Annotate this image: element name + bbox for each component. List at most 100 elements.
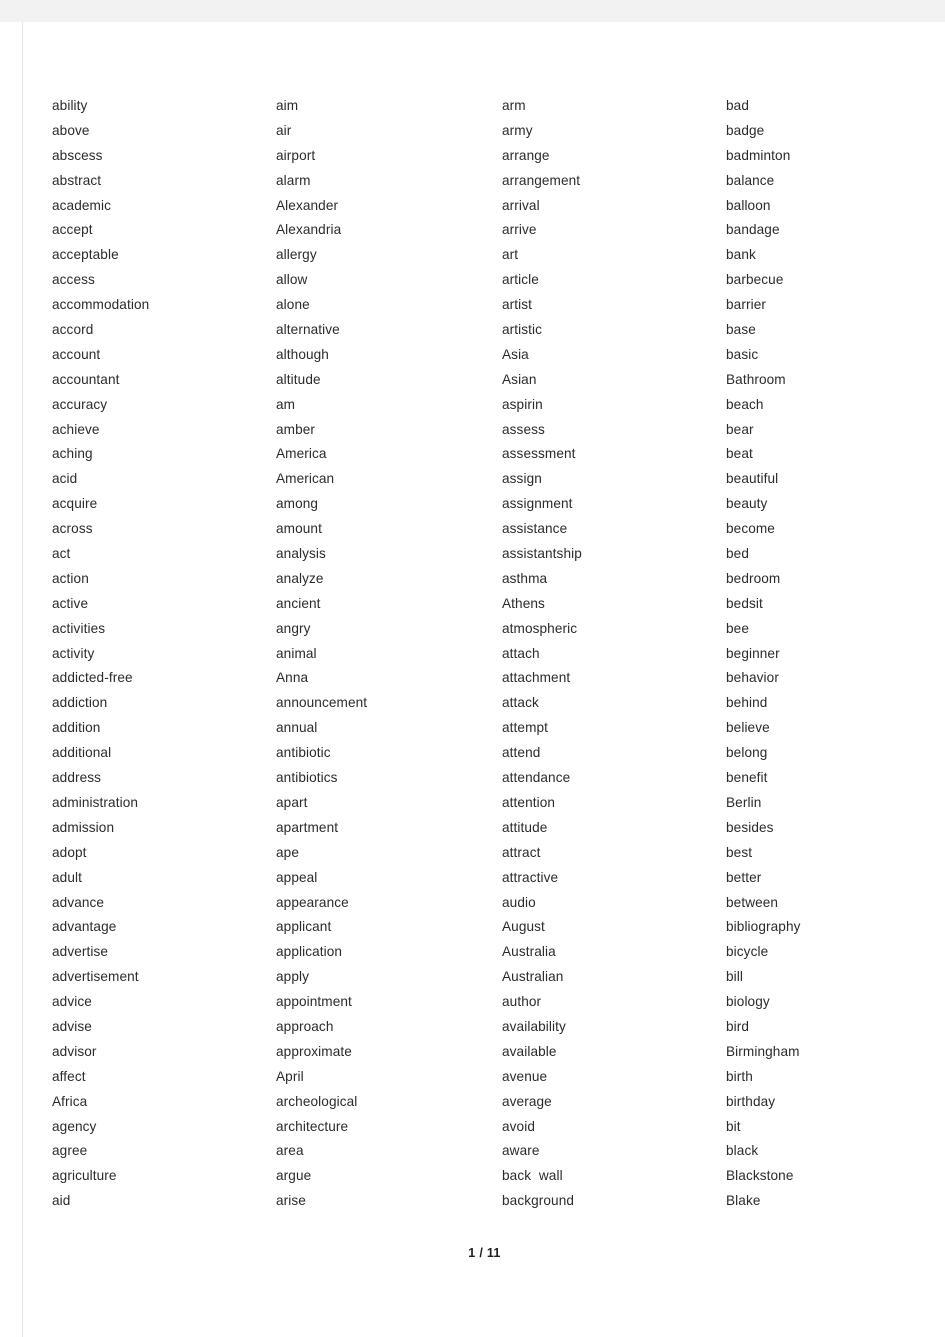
word-item: administration	[52, 794, 139, 810]
document-page: ability above abscess abstract academic accep…	[22, 22, 945, 1337]
word-item: balance	[726, 172, 775, 188]
word-item: art	[502, 247, 519, 263]
word-item: base	[726, 322, 756, 338]
word-item: analyze	[276, 570, 324, 586]
word-item: adult	[52, 869, 82, 885]
word-item: appointment	[276, 994, 352, 1010]
word-item: Australia	[502, 944, 556, 960]
word-item: Bathroom	[726, 371, 786, 387]
word-column-1: ability above abscess abstract academic accep…	[52, 94, 267, 1214]
word-item: ability	[52, 98, 88, 113]
word-item: alarm	[276, 172, 311, 188]
word-item: agency	[52, 1118, 97, 1134]
word-item: author	[502, 994, 542, 1010]
word-item: advice	[52, 994, 92, 1010]
word-item: barrier	[726, 297, 766, 313]
word-item: assignment	[502, 496, 573, 512]
word-item: balloon	[726, 197, 771, 213]
word-item: action	[52, 570, 89, 586]
word-item: area	[276, 1143, 304, 1159]
word-item: bibliography	[726, 919, 801, 935]
word-item: amber	[276, 421, 316, 437]
word-item: advertise	[52, 944, 109, 960]
word-item: across	[52, 521, 93, 537]
word-item: account	[52, 346, 101, 362]
word-item: appearance	[276, 894, 349, 910]
word-item: Anna	[276, 670, 309, 686]
word-item: altitude	[276, 371, 321, 387]
word-item: advantage	[52, 919, 117, 935]
word-item: animal	[276, 645, 317, 661]
word-item: average	[502, 1093, 552, 1109]
word-item: birth	[726, 1068, 753, 1084]
page-number: 1 / 11	[468, 1246, 501, 1260]
word-item: atmospheric	[502, 620, 578, 636]
word-item: above	[52, 122, 90, 138]
word-item: addiction	[52, 695, 108, 711]
word-item: Berlin	[726, 794, 762, 810]
word-list-columns: ability above abscess abstract academic accep…	[23, 22, 945, 1208]
word-item: bill	[726, 969, 744, 985]
word-item: architecture	[276, 1118, 349, 1134]
word-item: black	[726, 1143, 759, 1159]
word-item: act	[52, 546, 71, 562]
word-item: artistic	[502, 322, 543, 338]
word-item: advisor	[52, 1043, 97, 1059]
word-item: beach	[726, 396, 764, 412]
word-item: attitude	[502, 819, 548, 835]
word-item: admission	[52, 819, 115, 835]
word-item: Athens	[502, 595, 545, 611]
word-item: attachment	[502, 670, 571, 686]
word-item: arrival	[502, 197, 540, 213]
word-item: appeal	[276, 869, 318, 885]
word-item: accommodation	[52, 297, 150, 313]
word-item: additional	[52, 745, 112, 761]
word-item: asthma	[502, 570, 548, 586]
word-item: artist	[502, 297, 533, 313]
word-item: available	[502, 1043, 557, 1059]
word-item: annual	[276, 720, 318, 736]
word-item: attend	[502, 745, 541, 761]
word-item: agree	[52, 1143, 88, 1159]
word-item: avoid	[502, 1118, 535, 1134]
word-item: accuracy	[52, 396, 108, 412]
word-column-2: aim air airport alarm Alexander Alexandria all…	[276, 94, 491, 1214]
word-item: assign	[502, 471, 542, 487]
word-item: alone	[276, 297, 310, 313]
word-item: angry	[276, 620, 311, 636]
word-item: American	[276, 471, 335, 487]
word-item: among	[276, 496, 319, 512]
word-item: academic	[52, 197, 111, 213]
word-item: become	[726, 521, 775, 537]
word-item: apart	[276, 794, 308, 810]
word-item: Asia	[502, 346, 529, 362]
word-item: bicycle	[726, 944, 769, 960]
word-column-4: bad badge badminton balance balloon bandage ba…	[726, 94, 941, 1214]
word-item: arise	[276, 1193, 306, 1209]
word-item: basic	[726, 346, 759, 362]
word-item: aim	[276, 98, 299, 113]
word-item: ape	[276, 844, 299, 860]
word-column-3: arm army arrange arrangement arrival arrive ar…	[502, 94, 717, 1214]
word-item: audio	[502, 894, 536, 910]
word-item: active	[52, 595, 89, 611]
word-item: aware	[502, 1143, 540, 1159]
word-item: attractive	[502, 869, 559, 885]
word-item: assistance	[502, 521, 568, 537]
word-item: antibiotics	[276, 770, 338, 786]
word-item: acid	[52, 471, 78, 487]
word-item: behavior	[726, 670, 779, 686]
word-item: believe	[726, 720, 770, 736]
word-item: analysis	[276, 546, 326, 562]
word-item: Alexander	[276, 197, 339, 213]
word-item: August	[502, 919, 545, 935]
word-item: benefit	[726, 770, 768, 786]
word-item: bedsit	[726, 595, 763, 611]
word-item: bedroom	[726, 570, 781, 586]
word-item: America	[276, 446, 327, 462]
word-item: birthday	[726, 1093, 776, 1109]
word-item: bad	[726, 98, 749, 113]
word-item: activities	[52, 620, 106, 636]
word-item: badge	[726, 122, 765, 138]
word-item: announcement	[276, 695, 368, 711]
